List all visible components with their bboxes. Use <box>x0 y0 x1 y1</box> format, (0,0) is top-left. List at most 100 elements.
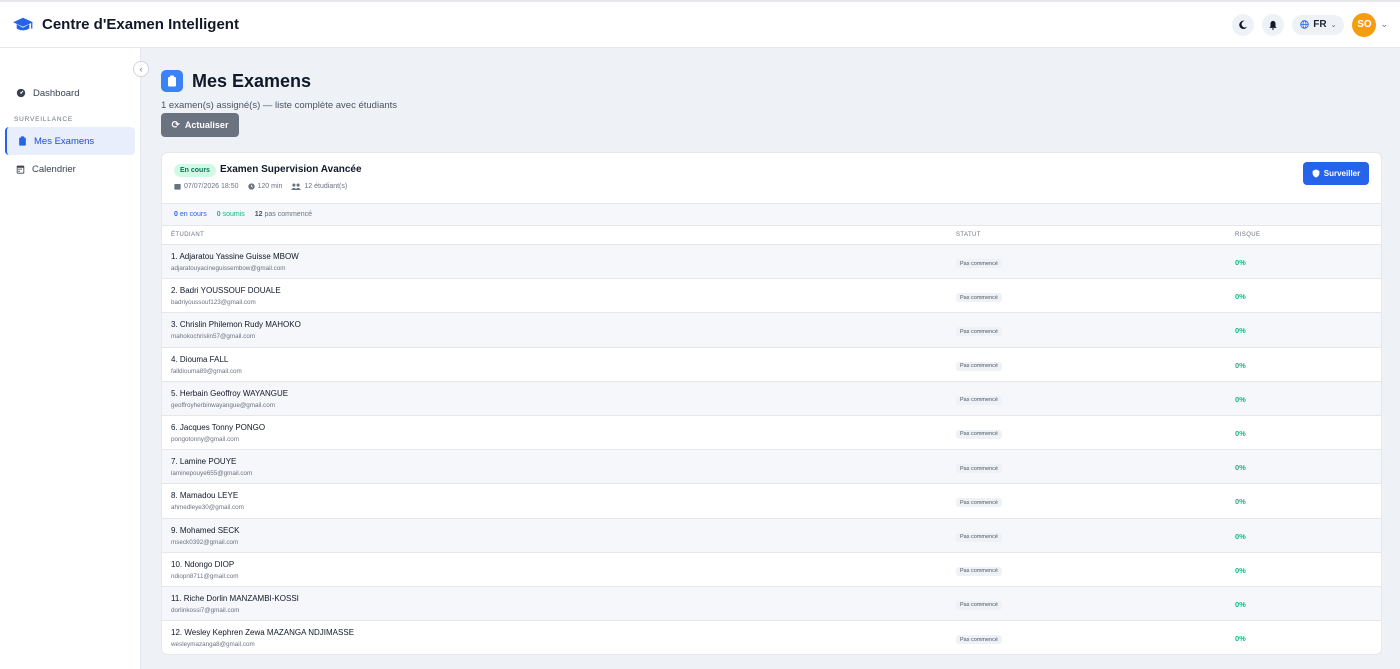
sidebar-section-label: SURVEILLANCE <box>14 116 73 123</box>
chevron-left-icon: ‹ <box>139 64 143 74</box>
student-name: 10. Ndongo DIOP <box>171 559 235 569</box>
moon-icon <box>1239 20 1248 29</box>
surveiller-label: Surveiller <box>1323 169 1361 178</box>
student-status-badge: Pas commencé <box>956 293 1002 303</box>
stat-submitted: 0 soumis <box>216 211 245 218</box>
student-email: adjaratouyacineguissembow@gmail.com <box>171 265 286 272</box>
student-risk-value: 0% <box>1235 531 1246 541</box>
stat-in-progress: 0 en cours <box>174 211 207 218</box>
user-avatar[interactable]: SO <box>1352 12 1377 37</box>
bell-icon <box>1269 20 1277 30</box>
table-row[interactable]: 9. Mohamed SECK mseck0392@gmail.com Pas co… <box>162 518 1381 553</box>
exam-card-header: En cours Examen Supervision Avancée 07/0… <box>162 153 1381 204</box>
clipboard-icon <box>19 136 26 146</box>
student-email: mseck0392@gmail.com <box>171 538 239 546</box>
table-row[interactable]: 7. Lamine POUYE laminepouye655@gmail.com P… <box>162 450 1381 485</box>
student-risk-value: 0% <box>1235 497 1246 507</box>
student-status-badge: Pas commencé <box>956 259 1002 268</box>
sidebar-item-label: Mes Examens <box>34 135 95 147</box>
status-badge: En cours <box>174 164 216 177</box>
sidebar-collapse-button[interactable]: ‹ <box>133 61 149 77</box>
exam-students: 12 étudiant(s) <box>304 183 348 190</box>
gauge-icon <box>16 88 26 98</box>
calendar-icon <box>174 184 181 190</box>
student-table-body: 1. Adjaratou Yassine Guisse MBOW adjarato… <box>162 245 1381 654</box>
page-title: Mes Examens <box>192 70 312 91</box>
student-status-badge: Pas commencé <box>956 498 1002 508</box>
column-header-student: ÉTUDIANT <box>171 232 205 238</box>
student-email: wesleymazanga8@gmail.com <box>171 641 255 649</box>
sidebar-item-calendrier[interactable]: Calendrier <box>5 155 135 183</box>
table-row[interactable]: 3. Chrislin Philemon Rudy MAHOKO mahokoch… <box>162 313 1381 348</box>
student-name: 9. Mohamed SECK <box>171 525 240 535</box>
student-status-badge: Pas commencé <box>956 361 1002 371</box>
table-row[interactable]: 6. Jacques Tonny PONGO pongotonny@gmail.c… <box>162 416 1381 451</box>
sidebar-item-label: Dashboard <box>33 87 80 99</box>
table-row[interactable]: 10. Ndongo DIOP ndiopn8711@gmail.com Pas c… <box>162 553 1381 587</box>
student-status-badge: Pas commencé <box>956 464 1002 474</box>
app-title: Centre d'Examen Intelligent <box>42 16 239 33</box>
clipboard-icon <box>161 70 183 92</box>
student-risk-value: 0% <box>1235 326 1246 336</box>
student-status-badge: Pas commencé <box>956 327 1002 337</box>
graduation-cap-icon <box>13 17 33 30</box>
page-subtitle: 1 examen(s) assigné(s) — liste complète … <box>161 100 398 111</box>
student-risk-value: 0% <box>1235 258 1246 267</box>
table-row[interactable]: 12. Wesley Kephren Zewa MAZANGA NDJIMASS… <box>162 621 1381 654</box>
table-row[interactable]: 1. Adjaratou Yassine Guisse MBOW adjarato… <box>162 245 1381 280</box>
avatar-chevron-down-icon[interactable]: ⌄ <box>1380 19 1388 30</box>
exam-duration: 120 min <box>257 183 283 190</box>
student-name: 11. Riche Dorlin MANZAMBI-KOSSI <box>171 593 299 603</box>
student-email: geoffroyherbinwayangue@gmail.com <box>171 401 275 409</box>
student-name: 3. Chrislin Philemon Rudy MAHOKO <box>171 320 301 330</box>
student-name: 2. Badri YOUSSOUF DOUALE <box>171 286 281 296</box>
student-name: 8. Mamadou LEYE <box>171 491 239 501</box>
student-risk-value: 0% <box>1235 292 1246 302</box>
column-header-status: STATUT <box>956 232 981 238</box>
student-risk-value: 0% <box>1235 360 1246 370</box>
student-risk-value: 0% <box>1235 565 1246 575</box>
language-label: FR <box>1313 19 1327 30</box>
stat-not-started: 12 pas commencé <box>254 211 312 218</box>
student-email: ahmedleye30@gmail.com <box>171 504 244 512</box>
surveiller-button[interactable]: Surveiller <box>1303 162 1369 185</box>
table-row[interactable]: 8. Mamadou LEYE ahmedleye30@gmail.com Pas … <box>162 484 1381 519</box>
brand[interactable]: Centre d'Examen Intelligent <box>12 16 239 34</box>
exam-card: En cours Examen Supervision Avancée 07/0… <box>161 152 1382 655</box>
table-row[interactable]: 4. Diouma FALL falldiouma89@gmail.com Pas … <box>162 348 1381 382</box>
table-row[interactable]: 11. Riche Dorlin MANZAMBI-KOSSI dorlinkos… <box>162 586 1381 622</box>
student-status-badge: Pas commencé <box>956 429 1002 439</box>
student-status-badge: Pas commencé <box>956 600 1002 610</box>
student-email: dorlinkossi7@gmail.com <box>171 606 240 614</box>
refresh-button[interactable]: ⟳ Actualiser <box>161 113 239 137</box>
page-header: Mes Examens <box>161 70 311 92</box>
student-risk-value: 0% <box>1235 599 1246 609</box>
student-risk-value: 0% <box>1235 634 1246 644</box>
language-selector[interactable]: FR ⌄ <box>1292 14 1345 35</box>
sidebar-item-mes-examens[interactable]: Mes Examens <box>5 127 135 155</box>
theme-toggle-button[interactable] <box>1232 13 1255 36</box>
table-row[interactable]: 2. Badri YOUSSOUF DOUALE badriyoussouf123… <box>162 279 1381 314</box>
student-status-badge: Pas commencé <box>956 395 1002 405</box>
student-name: 6. Jacques Tonny PONGO <box>171 422 266 432</box>
table-header: ÉTUDIANT STATUT RISQUE <box>162 226 1381 245</box>
sidebar: ‹ Dashboard SURVEILLANCE Mes Examens Cal… <box>0 48 149 669</box>
sidebar-item-dashboard[interactable]: Dashboard <box>5 79 135 107</box>
table-row[interactable]: 5. Herbain Geoffroy WAYANGUE geoffroyherb… <box>162 381 1381 416</box>
student-status-badge: Pas commencé <box>956 532 1002 542</box>
student-name: 4. Diouma FALL <box>171 354 229 364</box>
shield-icon <box>1312 169 1320 178</box>
student-risk-value: 0% <box>1235 428 1246 438</box>
top-bar: Centre d'Examen Intelligent FR ⌄ SO ⌄ <box>0 0 1400 48</box>
student-name: 1. Adjaratou Yassine Guisse MBOW <box>171 252 299 261</box>
notifications-button[interactable] <box>1262 13 1285 36</box>
globe-icon <box>1300 20 1309 29</box>
student-email: badriyoussouf123@gmail.com <box>171 299 256 307</box>
exam-title: Examen Supervision Avancée <box>220 164 362 175</box>
calendar-icon <box>16 165 25 174</box>
student-risk-value: 0% <box>1235 394 1246 404</box>
student-email: pongotonny@gmail.com <box>171 435 239 443</box>
refresh-icon: ⟳ <box>171 119 180 131</box>
student-name: 12. Wesley Kephren Zewa MAZANGA NDJIMASS… <box>171 628 355 638</box>
refresh-label: Actualiser <box>184 120 229 130</box>
